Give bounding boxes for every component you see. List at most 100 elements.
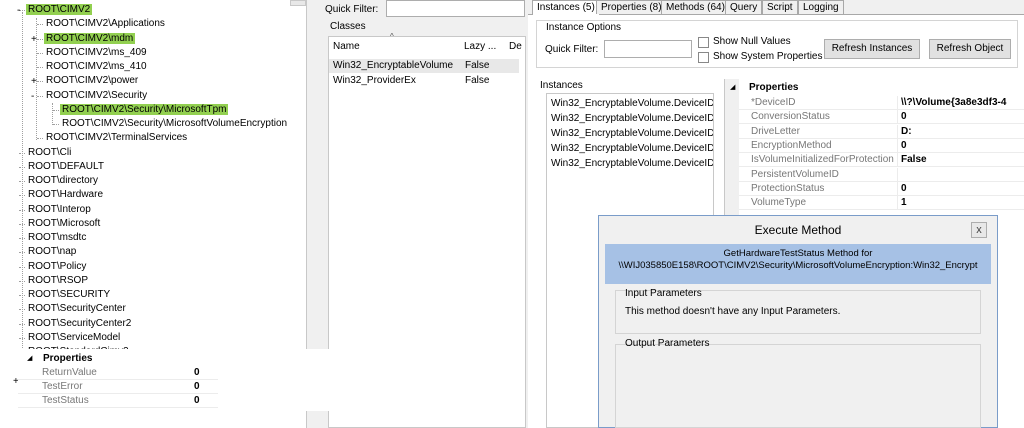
tree-node-label: ROOT\Microsoft [28, 217, 101, 229]
property-value: D: [901, 125, 912, 137]
instance-row[interactable]: Win32_EncryptableVolume.DeviceID= [551, 156, 713, 171]
tree-node[interactable]: ROOT\CIMV2\Security\MicrosoftVolumeEncry… [60, 117, 289, 131]
tree-connector [37, 138, 43, 140]
tree-node[interactable]: ROOT\Microsoft [26, 217, 102, 231]
refresh-instances-button[interactable]: Refresh Instances [824, 39, 920, 59]
input-parameters-title: Input Parameters [625, 288, 702, 299]
tree-connector [19, 166, 25, 168]
class-row[interactable]: Win32_ProviderEx False [329, 74, 519, 88]
tree-connector [19, 295, 25, 296]
output-property-value: 0 [194, 367, 200, 378]
tree-connector [22, 12, 23, 386]
tree-node[interactable]: ROOT\msdtc [26, 231, 88, 245]
tree-node[interactable]: ROOT\CIMV2 [26, 3, 93, 17]
tab-query[interactable]: Query [725, 0, 763, 14]
collapse-icon[interactable]: - [17, 5, 20, 16]
output-property-row[interactable]: ReturnValue 0 [18, 366, 218, 380]
tab-instances[interactable]: Instances (5) [532, 0, 600, 15]
tree-node[interactable]: ROOT\SECURITY [26, 288, 112, 302]
show-null-values-checkbox[interactable] [698, 37, 709, 48]
property-row[interactable]: ProtectionStatus 0 [739, 181, 1024, 196]
tree-node[interactable]: ROOT\CIMV2\ms_409 [44, 46, 149, 60]
tree-node[interactable]: ROOT\SecurityCenter [26, 302, 128, 316]
close-icon[interactable]: x [971, 222, 987, 238]
instance-quick-filter-label: Quick Filter: [545, 44, 599, 55]
tree-node[interactable]: ROOT\Interop [26, 203, 93, 217]
collapse-triangle-icon[interactable]: ◢ [27, 354, 32, 362]
tree-node[interactable]: ROOT\Policy [26, 260, 88, 274]
property-row[interactable]: ConversionStatus 0 [739, 110, 1024, 125]
output-property-row[interactable]: TestStatus 0 [18, 394, 218, 408]
column-header-description[interactable]: De [509, 40, 522, 54]
output-property-row[interactable]: TestError 0 [18, 380, 218, 394]
class-row[interactable]: Win32_EncryptableVolume False [329, 59, 519, 73]
property-separator [897, 96, 898, 110]
tree-node[interactable]: ROOT\ServiceModel [26, 331, 122, 345]
tab-methods[interactable]: Methods (64) [661, 0, 730, 14]
tree-node[interactable]: ROOT\CIMV2\TerminalServices [44, 131, 189, 145]
tree-node[interactable]: ROOT\CIMV2\Security [44, 89, 149, 103]
property-grid[interactable]: ◢ Properties *DeviceID \\?\Volume{3a8e3df… [724, 79, 1024, 229]
class-quick-filter-input[interactable] [386, 0, 525, 17]
tree-node[interactable]: ROOT\SecurityCenter2 [26, 317, 133, 331]
tree-node[interactable]: ROOT\RSOP [26, 274, 90, 288]
show-null-values-label[interactable]: Show Null Values [713, 36, 791, 47]
tab-logging[interactable]: Logging [798, 0, 844, 14]
tree-node-label: ROOT\CIMV2\Security [46, 89, 148, 101]
instance-row[interactable]: Win32_EncryptableVolume.DeviceID= [551, 96, 713, 111]
tree-node[interactable]: ROOT\CIMV2\Security\MicrosoftTpm [60, 103, 229, 117]
property-row[interactable]: IsVolumeInitializedForProtection False [739, 153, 1024, 168]
collapse-icon[interactable]: - [31, 91, 34, 102]
property-name: DriveLetter [751, 125, 800, 137]
output-property-grid[interactable]: ◢ Properties ReturnValue 0 TestError 0 T… [18, 349, 378, 411]
refresh-object-button[interactable]: Refresh Object [929, 39, 1011, 59]
dialog-title: Execute Method [754, 223, 842, 237]
tree-node[interactable]: ROOT\Cli [26, 146, 73, 160]
tree-connector [19, 323, 25, 325]
tree-node[interactable]: ROOT\CIMV2\Applications [44, 17, 167, 31]
tab-script[interactable]: Script [762, 0, 798, 14]
tree-node[interactable]: ROOT\CIMV2\ms_410 [44, 60, 149, 74]
tree-connector [19, 252, 25, 254]
classes-group-title: Classes [330, 21, 366, 32]
instance-row[interactable]: Win32_EncryptableVolume.DeviceID= [551, 141, 713, 156]
input-parameters-text: This method doesn't have any Input Param… [625, 306, 841, 317]
property-row[interactable]: DriveLetter D: [739, 124, 1024, 139]
tree-connector [37, 95, 43, 97]
property-row[interactable]: PersistentVolumeID [739, 167, 1024, 182]
property-grid-margin [725, 79, 739, 229]
tree-connector [53, 124, 59, 125]
tree-node-label: ROOT\Interop [28, 203, 91, 215]
quick-filter-label: Quick Filter: [325, 4, 379, 15]
property-row[interactable]: EncryptionMethod 0 [739, 138, 1024, 153]
tree-node[interactable]: ROOT\DEFAULT [26, 160, 106, 174]
tab-properties[interactable]: Properties (8) [596, 0, 667, 14]
tree-connector [19, 238, 25, 239]
tree-node[interactable]: ROOT\nap [26, 245, 78, 259]
show-system-properties-checkbox[interactable] [698, 52, 709, 63]
property-name: ProtectionStatus [751, 182, 825, 194]
show-system-properties-label[interactable]: Show System Properties [713, 51, 823, 62]
column-header-lazy[interactable]: Lazy ... [464, 40, 496, 54]
collapse-triangle-icon[interactable]: ◢ [730, 83, 735, 91]
tree-node[interactable]: ROOT\Hardware [26, 188, 105, 202]
instance-row[interactable]: Win32_EncryptableVolume.DeviceID= [551, 111, 713, 126]
tree-node-label: ROOT\CIMV2 [26, 4, 93, 15]
column-header-name[interactable]: Name [333, 40, 360, 54]
property-row[interactable]: *DeviceID \\?\Volume{3a8e3df3-4 [739, 96, 1024, 110]
expand-icon[interactable]: + [31, 76, 37, 87]
tree-scroll-button[interactable] [290, 0, 306, 6]
tree-connector [19, 337, 25, 339]
instance-row[interactable]: Win32_EncryptableVolume.DeviceID= [551, 126, 713, 141]
expand-icon[interactable]: + [31, 34, 37, 45]
tree-node[interactable]: ROOT\CIMV2\power [44, 74, 140, 88]
class-lazy: False [465, 75, 490, 86]
tree-connector [19, 195, 25, 197]
property-separator [897, 196, 898, 211]
instance-quick-filter-input[interactable] [604, 40, 692, 58]
execute-method-dialog: Execute Method x GetHardwareTestStatus M… [598, 215, 998, 428]
tree-node[interactable]: ROOT\CIMV2\mdm [44, 32, 136, 46]
property-row[interactable]: VolumeType 1 [739, 196, 1024, 211]
output-parameters-title: Output Parameters [625, 338, 710, 349]
tree-node[interactable]: ROOT\directory [26, 174, 100, 188]
